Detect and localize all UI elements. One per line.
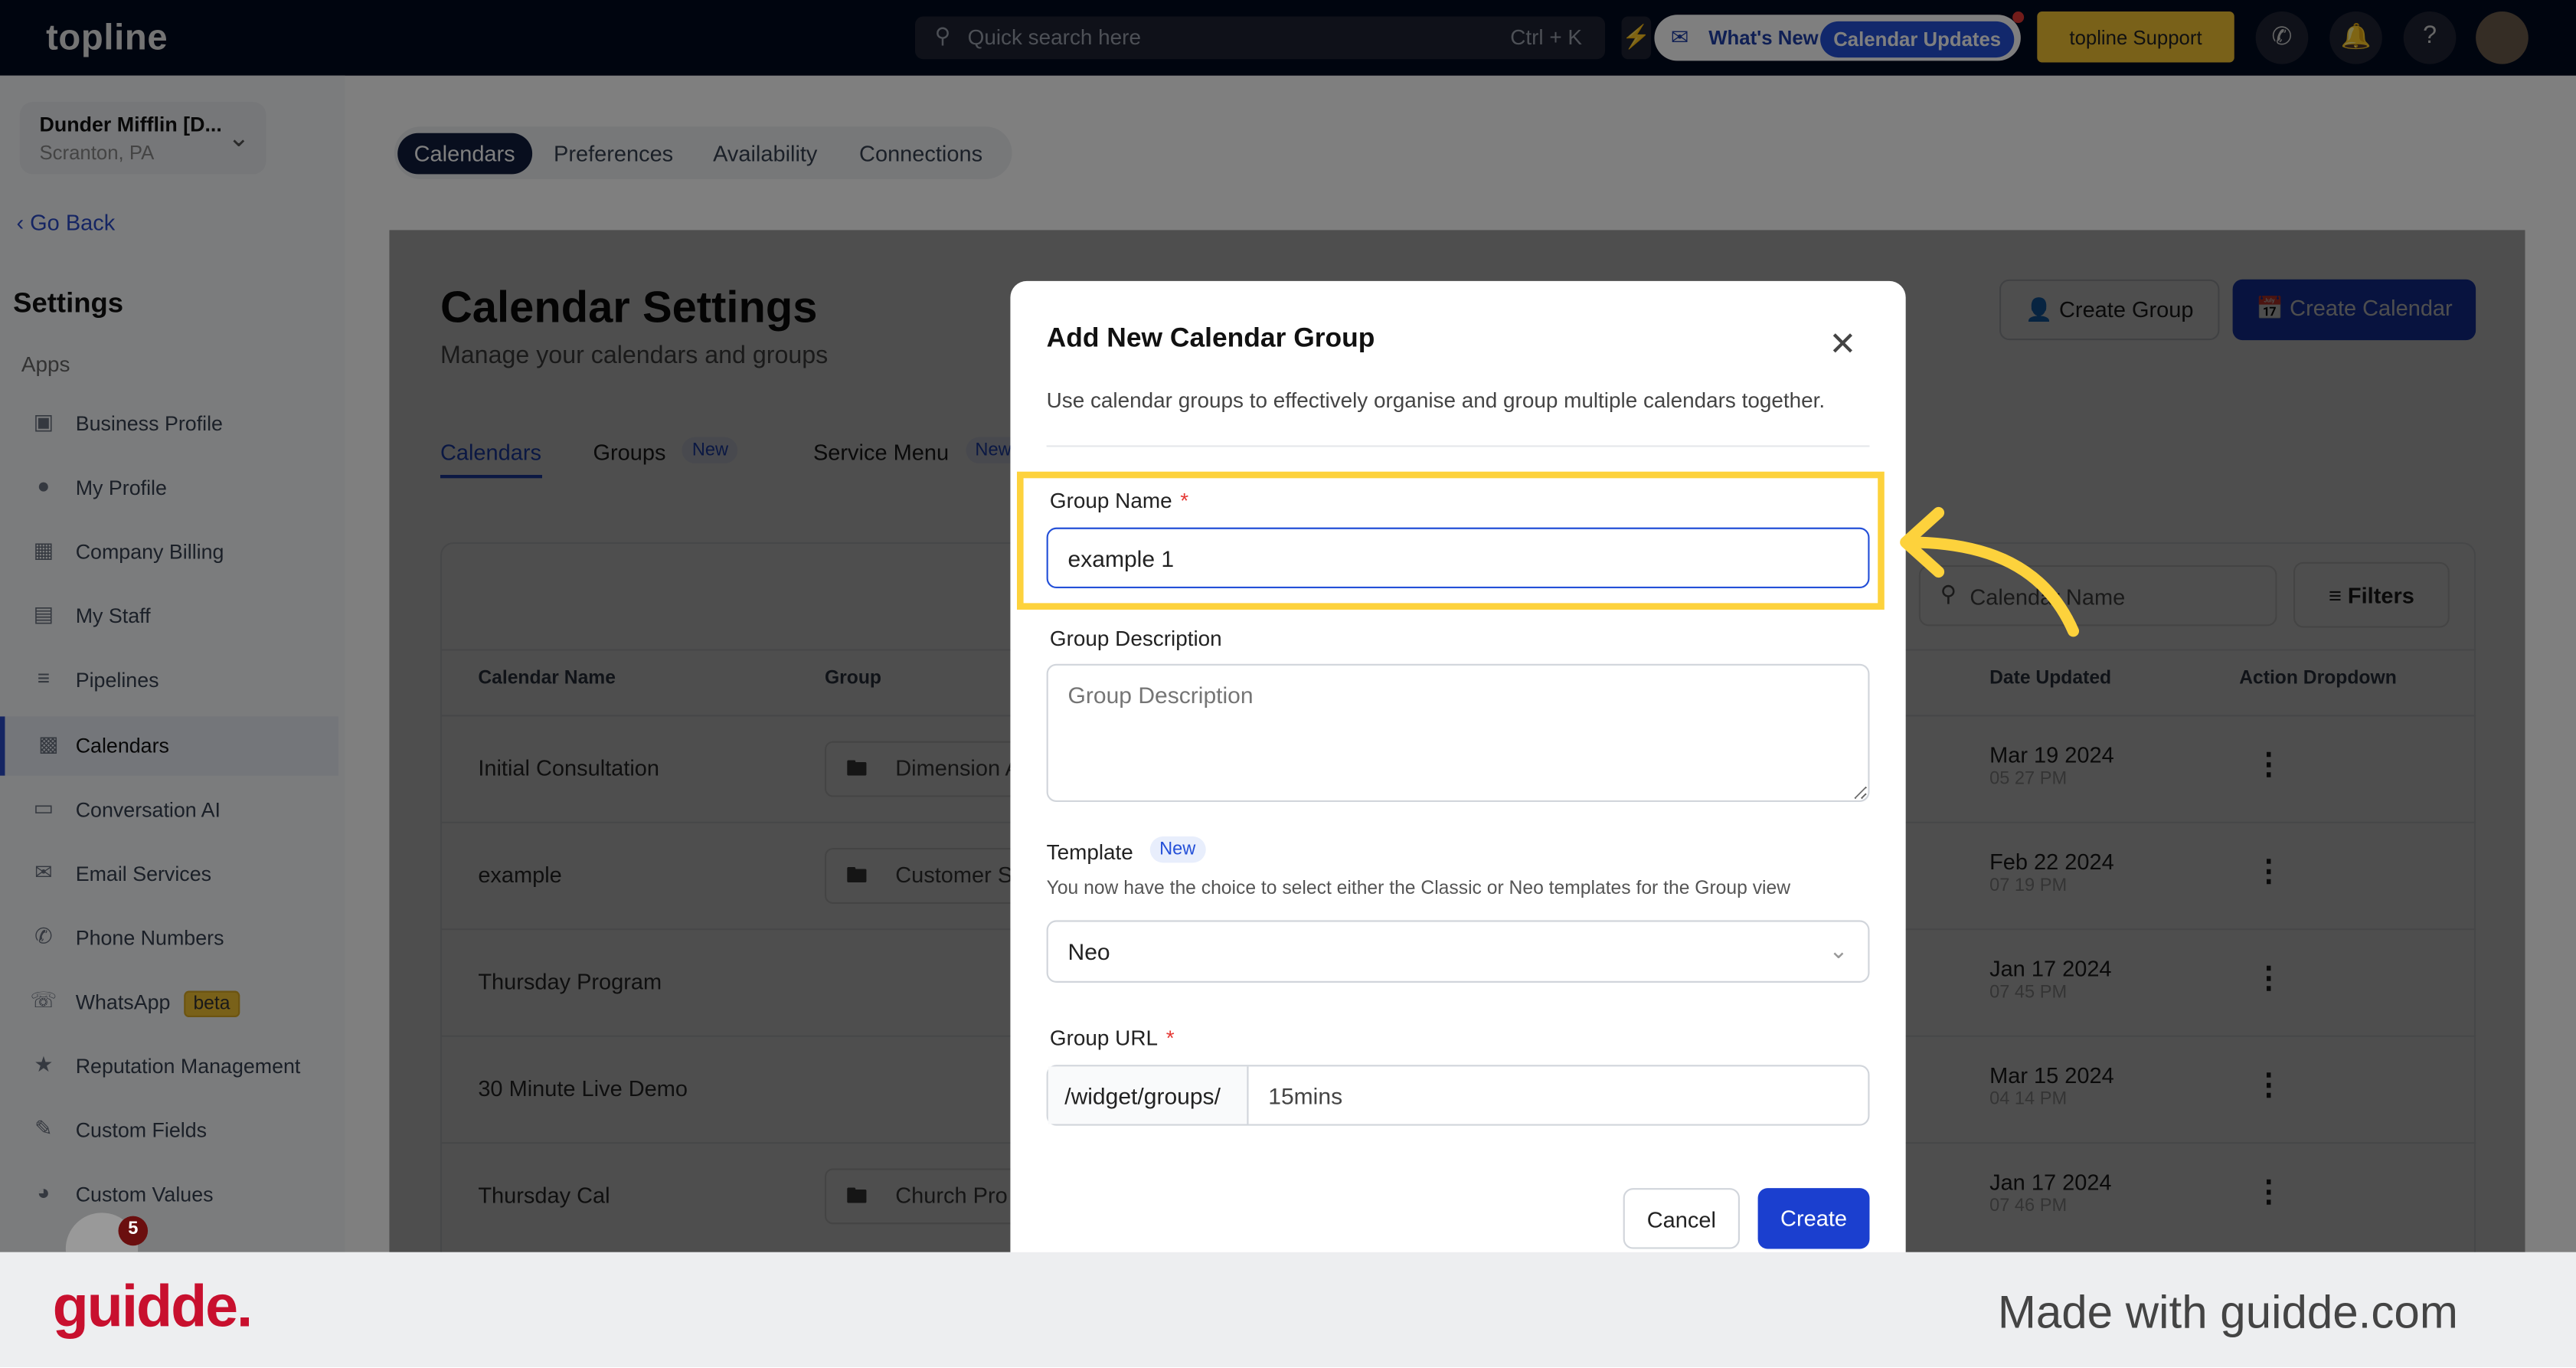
create-button[interactable]: Create	[1757, 1188, 1870, 1249]
add-calendar-group-modal: Add New Calendar Group ✕ Use calendar gr…	[1010, 280, 1906, 1301]
modal-description: Use calendar groups to effectively organ…	[1046, 388, 1826, 413]
group-url-field: /widget/groups/ 15mins	[1046, 1065, 1870, 1126]
highlight-box	[1017, 471, 1885, 610]
notification-count: 5	[118, 1216, 149, 1246]
group-description-label: Group Description	[1049, 626, 1222, 651]
required-marker: *	[1165, 1025, 1175, 1050]
url-prefix: /widget/groups/	[1048, 1066, 1249, 1124]
template-label-text: Template	[1046, 839, 1133, 865]
template-help: You now have the choice to select either…	[1046, 879, 1791, 899]
made-with-text: Made with guidde.com	[1997, 1286, 2458, 1338]
close-icon[interactable]: ✕	[1829, 324, 1856, 365]
group-description-input[interactable]	[1046, 663, 1870, 802]
template-value: Neo	[1067, 938, 1110, 965]
group-url-input[interactable]: 15mins	[1268, 1083, 1342, 1109]
modal-title: Add New Calendar Group	[1046, 323, 1375, 354]
cancel-button[interactable]: Cancel	[1623, 1188, 1740, 1249]
template-label: Template New	[1046, 836, 1206, 865]
group-url-label-text: Group URL	[1049, 1025, 1158, 1050]
arrow-annotation	[1900, 506, 2080, 637]
chevron-down-icon: ⌄	[1829, 936, 1849, 964]
divider	[1046, 445, 1870, 447]
guidde-logo: guidde.	[52, 1271, 253, 1340]
template-select[interactable]: Neo ⌄	[1046, 920, 1870, 983]
new-badge: New	[1149, 836, 1206, 863]
group-url-label: Group URL *	[1050, 1026, 1175, 1050]
